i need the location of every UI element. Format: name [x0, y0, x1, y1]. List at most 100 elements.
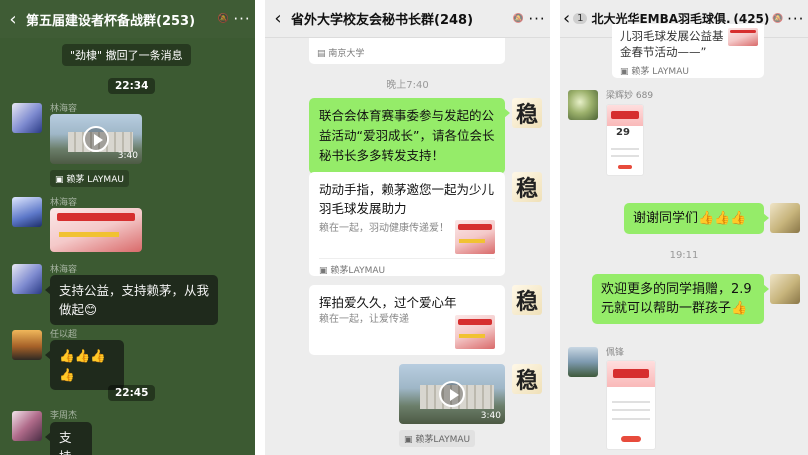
poster-line — [610, 148, 640, 151]
sender-name: 林海容 — [50, 198, 78, 208]
text-message[interactable]: 谢谢同学们👍👍👍 — [624, 203, 769, 234]
source-label: 赖茅LAYMAU — [415, 435, 471, 445]
back-arrow-icon[interactable]: ‹ — [0, 9, 26, 30]
poster-button — [621, 435, 641, 442]
poster-line — [611, 418, 651, 421]
thumb-highlight — [459, 238, 485, 243]
link-card[interactable]: 动动手指，赖茅邀您一起为少儿羽毛球发展助力 赖在一起，羽动健康传递爱！ ▣ 赖茅… — [309, 172, 505, 276]
play-icon[interactable] — [83, 126, 109, 152]
sender-name: 李周杰 — [50, 411, 78, 421]
text-message[interactable]: 支持 — [45, 422, 92, 455]
chat-header: ‹ 省外大学校友会秘书长群(248) 🔕 ··· — [265, 0, 550, 38]
sender-name: 梁辉妙 689 — [606, 91, 654, 101]
chat-header: ‹ 第五届建设者杯备战群(253) 🔕 ··· — [0, 0, 255, 38]
poster-line — [611, 409, 651, 412]
chat-panel-construction-cup: ‹ 第五届建设者杯备战群(253) 🔕 ··· "劲棣" 撤回了一条消息 22:… — [0, 0, 255, 455]
brand-icon: ▣ — [319, 266, 328, 276]
chat-title: 第五届建设者杯备战群(253) — [26, 13, 196, 29]
timestamp: 19:11 — [669, 250, 699, 261]
brand-icon: ▣ — [404, 435, 413, 445]
link-card[interactable]: 挥拍爱久久，过个爱心年 赖在一起，让爱传递 — [309, 285, 505, 355]
avatar[interactable]: 稳 — [512, 285, 542, 315]
avatar[interactable] — [770, 274, 800, 304]
more-options-icon[interactable]: ··· — [229, 10, 255, 28]
poster-line — [610, 155, 640, 158]
card-title: 动动手指，赖茅邀您一起为少儿羽毛球发展助力 — [319, 182, 495, 216]
avatar[interactable] — [568, 90, 598, 120]
video-message[interactable]: 3:40 — [399, 364, 505, 424]
card-source-label: 南京大学 — [328, 49, 365, 59]
avatar[interactable] — [12, 411, 42, 441]
shared-image-message[interactable] — [50, 208, 142, 252]
image-banner — [57, 213, 135, 222]
card-thumbnail — [728, 28, 758, 46]
card-source: ▣ 赖茅LAYMAU — [319, 263, 385, 276]
video-source-chip[interactable]: ▣ 赖茅LAYMAU — [399, 430, 476, 447]
unread-badge: 1 — [573, 13, 588, 24]
card-title: 儿羽毛球发展公益基金春节活动——” — [620, 29, 724, 59]
avatar[interactable]: 稳 — [512, 172, 542, 202]
avatar-character: 稳 — [515, 289, 538, 315]
thumb-banner — [458, 319, 492, 326]
poster-line — [611, 400, 651, 403]
poster-amount: 29 — [616, 127, 630, 139]
text-message[interactable]: 联合会体育赛事委参与发起的公益活动“爱羽成长”，请各位会长秘书长多多转发支持！ — [309, 98, 510, 174]
avatar[interactable]: 稳 — [512, 98, 542, 128]
recall-notice: "劲棣" 撤回了一条消息 — [62, 44, 191, 66]
card-source-label: 赖茅 LAYMAU — [631, 67, 689, 77]
avatar[interactable] — [12, 197, 42, 227]
avatar[interactable] — [770, 203, 800, 233]
shared-image-message[interactable] — [606, 360, 656, 450]
avatar[interactable] — [12, 264, 42, 294]
text-message[interactable]: 👍👍👍👍 — [45, 340, 124, 390]
card-source: ▣ 赖茅 LAYMAU — [620, 64, 689, 77]
brand-icon: ▣ — [55, 175, 64, 185]
link-card-partial[interactable]: 儿羽毛球发展公益基金春节活动——” ▣ 赖茅 LAYMAU — [612, 24, 764, 78]
university-icon: ▤ — [317, 49, 326, 59]
sender-name: 林海容 — [50, 104, 78, 114]
sender-name: 任以超 — [50, 330, 78, 340]
play-icon[interactable] — [439, 381, 465, 407]
avatar-character: 稳 — [515, 102, 538, 128]
video-duration: 3:40 — [117, 151, 138, 161]
card-source-label: 赖茅LAYMAU — [330, 266, 386, 276]
more-options-icon[interactable]: ··· — [784, 10, 808, 28]
back-arrow-icon[interactable]: ‹ — [265, 8, 291, 29]
poster-button — [617, 164, 633, 170]
avatar[interactable]: 稳 — [512, 364, 542, 394]
video-source-chip[interactable]: ▣ 赖茅 LAYMAU — [50, 170, 129, 187]
video-duration: 3:40 — [480, 411, 501, 421]
timestamp: 晚上7:40 — [386, 80, 429, 91]
shared-image-message[interactable]: 29 — [606, 104, 644, 176]
mute-bell-icon: 🔕 — [772, 13, 784, 24]
video-message[interactable]: 3:40 — [50, 114, 142, 164]
chat-panel-alumni-secretaries: ‹ 省外大学校友会秘书长群(248) 🔕 ··· ▤ 南京大学 晚上7:40 联… — [265, 0, 550, 455]
avatar[interactable] — [568, 347, 598, 377]
card-thumbnail — [455, 220, 495, 254]
brand-icon: ▣ — [620, 67, 629, 77]
timestamp: 22:34 — [108, 78, 156, 94]
divider — [319, 258, 495, 259]
thumb-highlight — [459, 333, 485, 338]
card-thumbnail — [455, 315, 495, 349]
avatar-character: 稳 — [515, 176, 538, 202]
thumb-banner — [458, 224, 492, 231]
sender-name: 佩锋 — [606, 348, 625, 358]
avatar[interactable] — [12, 330, 42, 360]
card-description: 赖在一起，让爱传递 — [319, 314, 409, 325]
mute-bell-icon: 🔕 — [512, 13, 524, 24]
avatar[interactable] — [12, 103, 42, 133]
avatar-character: 稳 — [515, 368, 538, 394]
card-title: 挥拍爱久久，过个爱心年 — [319, 295, 457, 310]
poster-header — [607, 361, 655, 388]
link-card-partial[interactable]: ▤ 南京大学 — [309, 38, 505, 64]
source-label: 赖茅 LAYMAU — [66, 175, 124, 185]
card-description: 赖在一起，羽动健康传递爱！ — [319, 223, 449, 234]
more-options-icon[interactable]: ··· — [524, 10, 550, 28]
sender-name: 林海容 — [50, 265, 78, 275]
back-arrow-icon[interactable]: ‹ — [560, 8, 573, 29]
text-message[interactable]: 支持公益，支持赖茅，从我做起😊 — [45, 275, 218, 325]
thumb-banner — [730, 30, 756, 34]
text-message[interactable]: 欢迎更多的同学捐赠，2.9元就可以帮助一群孩子👍 — [592, 274, 769, 324]
chat-title: 省外大学校友会秘书长群(248) — [291, 13, 474, 28]
